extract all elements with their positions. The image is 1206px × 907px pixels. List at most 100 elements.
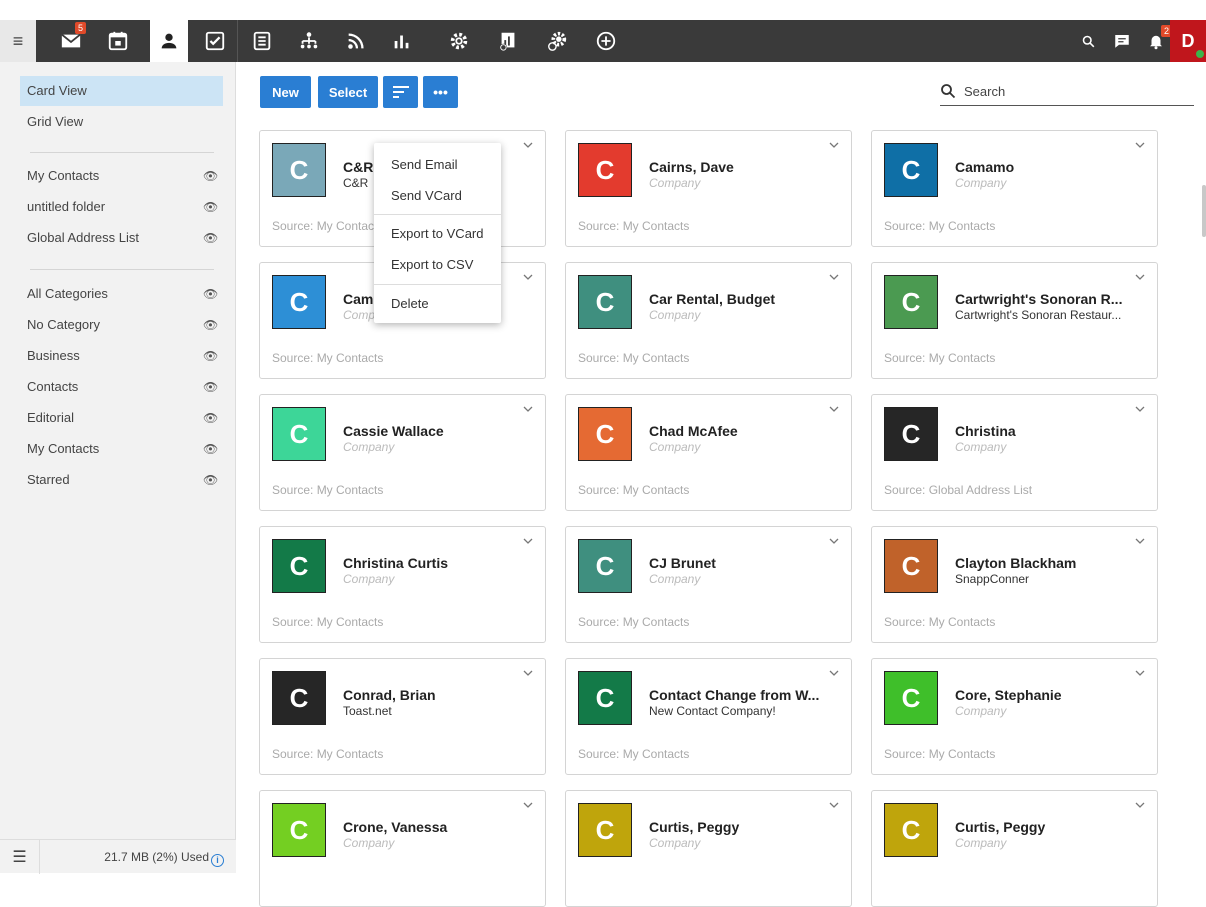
eye-icon[interactable]: 👁 <box>203 279 218 309</box>
menu-item-send-email[interactable]: Send Email <box>374 152 501 178</box>
chevron-down-icon[interactable] <box>829 141 841 153</box>
search-toolbar-button[interactable] <box>1078 31 1098 51</box>
contact-card[interactable]: C Curtis, Peggy Company <box>565 790 852 907</box>
settings-app-button[interactable] <box>440 20 478 62</box>
contact-avatar: C <box>884 407 938 461</box>
eye-icon[interactable]: 👁 <box>203 310 218 340</box>
eye-icon[interactable]: 👁 <box>203 223 218 253</box>
contacts-app-button[interactable] <box>150 20 188 62</box>
contact-card[interactable]: C Core, Stephanie Company Source: My Contac… <box>871 658 1158 775</box>
reports-app-button[interactable] <box>383 20 421 62</box>
menu-toggle-button[interactable]: ≡ <box>0 20 36 62</box>
more-options-button[interactable]: ••• <box>423 76 458 108</box>
info-icon[interactable]: i <box>211 854 224 867</box>
eye-icon[interactable]: 👁 <box>203 403 218 433</box>
bar-chart-icon <box>394 35 409 49</box>
chevron-down-icon[interactable] <box>523 801 535 813</box>
notes-app-button[interactable] <box>243 20 281 62</box>
contact-card[interactable]: C Car Rental, Budget Company Source: My Con… <box>565 262 852 379</box>
menu-item-export-csv[interactable]: Export to CSV <box>374 252 501 278</box>
chevron-down-icon[interactable] <box>523 141 535 153</box>
tasks-app-button[interactable] <box>196 20 234 62</box>
chevron-down-icon[interactable] <box>829 405 841 417</box>
search-icon <box>941 84 956 99</box>
chevron-down-icon[interactable] <box>523 405 535 417</box>
search-input[interactable] <box>964 80 1184 102</box>
eye-icon[interactable]: 👁 <box>203 192 218 222</box>
eye-icon[interactable]: 👁 <box>203 465 218 495</box>
chevron-down-icon[interactable] <box>829 273 841 285</box>
calendar-app-button[interactable] <box>99 20 137 62</box>
sidebar-item-no-category[interactable]: No Category 👁 <box>20 310 223 340</box>
contact-name: Chad McAfee <box>649 423 738 439</box>
sidebar-item-global-address-list[interactable]: Global Address List 👁 <box>20 223 223 253</box>
contact-card[interactable]: C CJ Brunet Company Source: My Contacts <box>565 526 852 643</box>
contact-card[interactable]: C Contact Change from W... New Contact Com… <box>565 658 852 775</box>
sidebar-item-my-contacts[interactable]: My Contacts 👁 <box>20 161 223 191</box>
contact-source: Source: My Contacts <box>578 351 690 365</box>
contact-card[interactable]: C Conrad, Brian Toast.net Source: My Contac… <box>259 658 546 775</box>
new-button[interactable]: New <box>260 76 311 108</box>
contact-card[interactable]: C Cartwright's Sonoran R... Cartwright's S… <box>871 262 1158 379</box>
sidebar-item-business[interactable]: Business 👁 <box>20 341 223 371</box>
menu-item-send-vcard[interactable]: Send VCard <box>374 183 501 209</box>
sidebar-item-my-contacts-category[interactable]: My Contacts 👁 <box>20 434 223 464</box>
chat-icon <box>1115 35 1129 48</box>
domain-settings-app-button[interactable] <box>538 20 576 62</box>
chevron-down-icon[interactable] <box>1135 273 1147 285</box>
org-chart-app-button[interactable] <box>290 20 328 62</box>
chevron-down-icon[interactable] <box>1135 405 1147 417</box>
contact-avatar: C <box>272 671 326 725</box>
contact-card[interactable]: C Cassie Wallace Company Source: My Contact… <box>259 394 546 511</box>
contact-card[interactable]: C Clayton Blackham SnappConner Source: My C… <box>871 526 1158 643</box>
contact-name: Christina <box>955 423 1016 439</box>
chevron-down-icon[interactable] <box>829 669 841 681</box>
contact-card[interactable]: C Christina Company Source: Global Address … <box>871 394 1158 511</box>
eye-icon[interactable]: 👁 <box>203 161 218 191</box>
sidebar-item-all-categories[interactable]: All Categories 👁 <box>20 279 223 309</box>
chevron-down-icon[interactable] <box>829 537 841 549</box>
mail-app-button[interactable]: 5 <box>52 20 90 62</box>
sort-button[interactable] <box>383 76 418 108</box>
sidebar-item-contacts[interactable]: Contacts 👁 <box>20 372 223 402</box>
chevron-down-icon[interactable] <box>1135 141 1147 153</box>
user-avatar[interactable]: D <box>1170 20 1206 62</box>
web-stats-app-button[interactable] <box>489 20 527 62</box>
chat-button[interactable] <box>1112 31 1132 51</box>
select-button[interactable]: Select <box>318 76 378 108</box>
chevron-down-icon[interactable] <box>1135 537 1147 549</box>
chevron-down-icon[interactable] <box>829 801 841 813</box>
contact-card[interactable]: C Curtis, Peggy Company <box>871 790 1158 907</box>
contact-card[interactable]: C Crone, Vanessa Company <box>259 790 546 907</box>
eye-icon[interactable]: 👁 <box>203 372 218 402</box>
eye-icon[interactable]: 👁 <box>203 434 218 464</box>
rss-app-button[interactable] <box>337 20 375 62</box>
sidebar-item-card-view[interactable]: Card View <box>20 76 223 106</box>
chevron-down-icon[interactable] <box>523 537 535 549</box>
scrollbar-thumb[interactable] <box>1202 185 1206 237</box>
add-app-button[interactable] <box>587 20 625 62</box>
contact-card[interactable]: C Camamo Company Source: My Contacts <box>871 130 1158 247</box>
menu-item-export-vcard[interactable]: Export to VCard <box>374 221 501 247</box>
sidebar-item-editorial[interactable]: Editorial 👁 <box>20 403 223 433</box>
sidebar-item-untitled-folder[interactable]: untitled folder 👁 <box>20 192 223 222</box>
chevron-down-icon[interactable] <box>1135 801 1147 813</box>
contact-card[interactable]: C Cairns, Dave Company Source: My Contacts <box>565 130 852 247</box>
storage-usage: 21.7 MB (2%) Used i <box>104 850 224 867</box>
contact-avatar: C <box>578 539 632 593</box>
web-stats-icon <box>499 32 515 52</box>
checkbox-icon <box>205 31 225 51</box>
chevron-down-icon[interactable] <box>523 669 535 681</box>
contact-card[interactable]: C Christina Curtis Company Source: My Conta… <box>259 526 546 643</box>
sidebar-item-starred[interactable]: Starred 👁 <box>20 465 223 495</box>
eye-icon[interactable]: 👁 <box>203 341 218 371</box>
contact-name: Crone, Vanessa <box>343 819 448 835</box>
chevron-down-icon[interactable] <box>523 273 535 285</box>
sidebar-item-grid-view[interactable]: Grid View <box>20 107 223 137</box>
chevron-down-icon[interactable] <box>1135 669 1147 681</box>
contact-company: Company <box>343 572 395 586</box>
contact-card[interactable]: C Chad McAfee Company Source: My Contacts <box>565 394 852 511</box>
notifications-button[interactable]: 2 <box>1146 25 1172 51</box>
list-toggle-button[interactable]: ☰ <box>0 840 40 874</box>
menu-item-delete[interactable]: Delete <box>374 291 501 317</box>
